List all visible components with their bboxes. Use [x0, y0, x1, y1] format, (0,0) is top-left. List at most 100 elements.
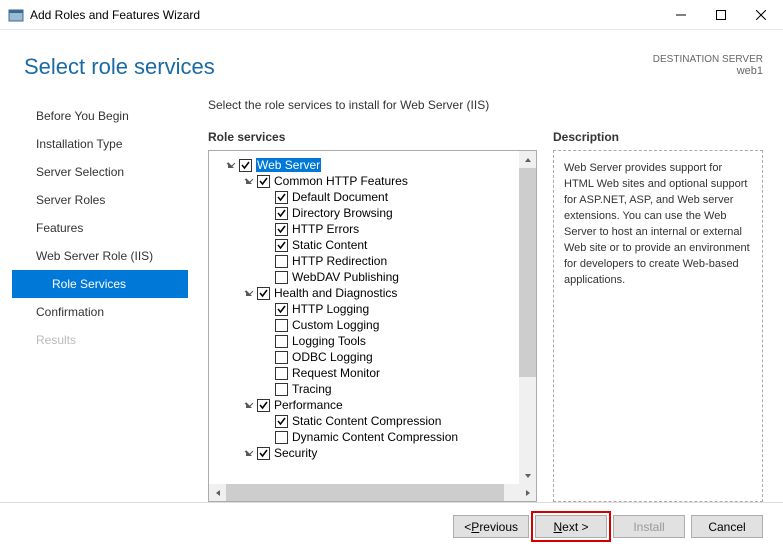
tree-item[interactable]: Directory Browsing [215, 205, 519, 221]
tree-item-label[interactable]: HTTP Redirection [292, 254, 387, 268]
scroll-thumb-h[interactable] [226, 484, 504, 501]
role-services-tree: Web Server Common HTTP Features Default Do… [208, 150, 537, 502]
next-button[interactable]: Next > [535, 515, 607, 538]
tree-item-label[interactable]: Custom Logging [292, 318, 379, 332]
tree-item[interactable]: Performance [215, 397, 519, 413]
tree-item-label[interactable]: ODBC Logging [292, 350, 373, 364]
tree-item[interactable]: Health and Diagnostics [215, 285, 519, 301]
tree-item-label[interactable]: Performance [274, 398, 343, 412]
cancel-button[interactable]: Cancel [691, 515, 763, 538]
sidebar-item-installation-type[interactable]: Installation Type [12, 130, 188, 158]
tree-item[interactable]: Custom Logging [215, 317, 519, 333]
tree-item-label[interactable]: Static Content Compression [292, 414, 441, 428]
tree-item-label[interactable]: WebDAV Publishing [292, 270, 399, 284]
previous-label: Previous [471, 520, 518, 534]
tree-item-label[interactable]: HTTP Logging [292, 302, 369, 316]
checkbox[interactable] [257, 447, 270, 460]
checkbox[interactable] [275, 303, 288, 316]
titlebar-title: Add Roles and Features Wizard [30, 8, 661, 22]
expander-icon[interactable] [243, 447, 255, 459]
role-services-label: Role services [208, 130, 537, 144]
tree-item[interactable]: Tracing [215, 381, 519, 397]
checkbox[interactable] [275, 415, 288, 428]
app-icon [8, 7, 24, 23]
sidebar-item-results: Results [12, 326, 188, 354]
description-label: Description [553, 130, 763, 144]
expander-placeholder [261, 191, 273, 203]
tree-item[interactable]: HTTP Errors [215, 221, 519, 237]
expander-icon[interactable] [225, 159, 237, 171]
tree-item-label[interactable]: Request Monitor [292, 366, 380, 380]
sidebar-item-web-server-role[interactable]: Web Server Role (IIS) [12, 242, 188, 270]
tree-item[interactable]: Static Content [215, 237, 519, 253]
tree-item-label[interactable]: Web Server [256, 158, 321, 172]
tree-item[interactable]: Static Content Compression [215, 413, 519, 429]
checkbox[interactable] [275, 351, 288, 364]
next-label: ext > [562, 520, 588, 534]
sidebar-item-server-roles[interactable]: Server Roles [12, 186, 188, 214]
tree-view[interactable]: Web Server Common HTTP Features Default Do… [209, 151, 519, 484]
scroll-right-icon[interactable] [519, 484, 536, 501]
tree-item[interactable]: Default Document [215, 189, 519, 205]
horizontal-scrollbar[interactable] [209, 484, 536, 501]
vertical-scrollbar[interactable] [519, 151, 536, 484]
checkbox[interactable] [275, 191, 288, 204]
checkbox[interactable] [275, 367, 288, 380]
close-button[interactable] [741, 1, 781, 29]
checkbox[interactable] [275, 431, 288, 444]
scroll-down-icon[interactable] [519, 467, 536, 484]
checkbox[interactable] [275, 223, 288, 236]
expander-placeholder [261, 367, 273, 379]
tree-item-label[interactable]: Health and Diagnostics [274, 286, 397, 300]
destination-server: web1 [653, 65, 763, 77]
checkbox[interactable] [275, 207, 288, 220]
sidebar-item-before-you-begin[interactable]: Before You Begin [12, 102, 188, 130]
checkbox[interactable] [257, 399, 270, 412]
maximize-button[interactable] [701, 1, 741, 29]
expander-icon[interactable] [243, 175, 255, 187]
checkbox[interactable] [257, 175, 270, 188]
checkbox[interactable] [275, 239, 288, 252]
checkbox[interactable] [239, 159, 252, 172]
tree-item[interactable]: HTTP Redirection [215, 253, 519, 269]
scroll-thumb[interactable] [519, 168, 536, 377]
scroll-left-icon[interactable] [209, 484, 226, 501]
checkbox[interactable] [275, 271, 288, 284]
tree-item-label[interactable]: Tracing [292, 382, 332, 396]
tree-item-label[interactable]: HTTP Errors [292, 222, 359, 236]
tree-item[interactable]: Security [215, 445, 519, 461]
tree-item[interactable]: Web Server [215, 157, 519, 173]
scroll-up-icon[interactable] [519, 151, 536, 168]
tree-item[interactable]: Dynamic Content Compression [215, 429, 519, 445]
tree-item[interactable]: WebDAV Publishing [215, 269, 519, 285]
tree-item-label[interactable]: Static Content [292, 238, 367, 252]
tree-item[interactable]: HTTP Logging [215, 301, 519, 317]
minimize-button[interactable] [661, 1, 701, 29]
tree-item-label[interactable]: Security [274, 446, 317, 460]
sidebar-item-features[interactable]: Features [12, 214, 188, 242]
checkbox[interactable] [275, 335, 288, 348]
sidebar-item-server-selection[interactable]: Server Selection [12, 158, 188, 186]
checkbox[interactable] [257, 287, 270, 300]
expander-placeholder [261, 319, 273, 331]
tree-item[interactable]: ODBC Logging [215, 349, 519, 365]
sidebar-item-confirmation[interactable]: Confirmation [12, 298, 188, 326]
expander-placeholder [261, 415, 273, 427]
expander-placeholder [261, 239, 273, 251]
tree-item[interactable]: Common HTTP Features [215, 173, 519, 189]
sidebar-item-role-services[interactable]: Role Services [12, 270, 188, 298]
expander-placeholder [261, 335, 273, 347]
tree-item-label[interactable]: Common HTTP Features [274, 174, 408, 188]
tree-item[interactable]: Logging Tools [215, 333, 519, 349]
checkbox[interactable] [275, 319, 288, 332]
previous-button[interactable]: < Previous [453, 515, 529, 538]
tree-item-label[interactable]: Logging Tools [292, 334, 366, 348]
tree-item-label[interactable]: Dynamic Content Compression [292, 430, 458, 444]
expander-icon[interactable] [243, 287, 255, 299]
checkbox[interactable] [275, 255, 288, 268]
expander-icon[interactable] [243, 399, 255, 411]
checkbox[interactable] [275, 383, 288, 396]
tree-item-label[interactable]: Default Document [292, 190, 388, 204]
tree-item[interactable]: Request Monitor [215, 365, 519, 381]
tree-item-label[interactable]: Directory Browsing [292, 206, 393, 220]
